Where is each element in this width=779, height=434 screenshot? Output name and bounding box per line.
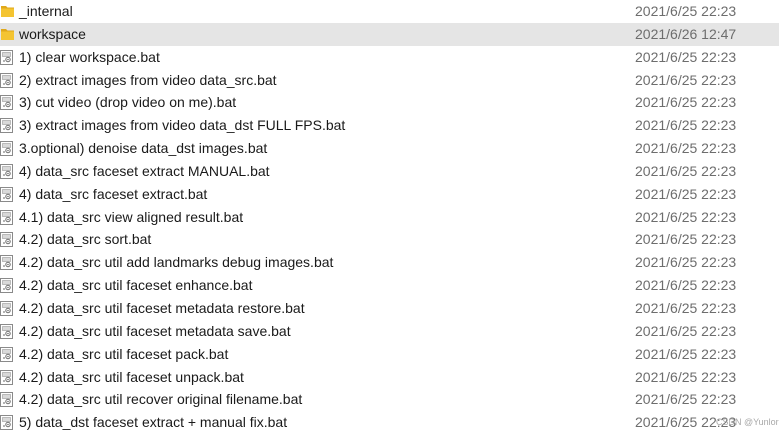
file-row[interactable]: 4.1) data_src view aligned result.bat 202… bbox=[0, 206, 779, 229]
file-row[interactable]: 3) extract images from video data_dst FU… bbox=[0, 114, 779, 137]
file-name: workspace bbox=[19, 25, 86, 42]
date-modified: 2021/6/25 22:23 bbox=[635, 185, 737, 202]
batch-file-icon bbox=[0, 231, 15, 248]
file-name: 4.2) data_src sort.bat bbox=[19, 231, 152, 248]
file-name: 4.2) data_src util add landmarks debug i… bbox=[19, 254, 334, 271]
file-name: 4.2) data_src util faceset pack.bat bbox=[19, 345, 229, 362]
batch-file-icon bbox=[0, 117, 15, 134]
file-row[interactable]: 4) data_src faceset extract.bat 2021/6/25… bbox=[0, 183, 779, 206]
file-row[interactable]: 4.2) data_src util faceset metadata rest… bbox=[0, 297, 779, 320]
file-row[interactable]: 4.2) data_src util faceset enhance.bat 20… bbox=[0, 274, 779, 297]
file-name: 2) extract images from video data_src.ba… bbox=[19, 71, 277, 88]
file-row[interactable]: 4.2) data_src util faceset unpack.bat 202… bbox=[0, 366, 779, 389]
folder-row[interactable]: workspace 2021/6/26 12:47 bbox=[0, 22, 779, 46]
file-row[interactable]: 4.2) data_src util add landmarks debug i… bbox=[0, 251, 779, 274]
date-modified: 2021/6/25 22:23 bbox=[635, 3, 737, 19]
date-modified: 2021/6/25 22:23 bbox=[635, 140, 737, 157]
batch-file-icon bbox=[0, 72, 15, 89]
folder-row[interactable]: _internal 2021/6/25 22:23 bbox=[0, 0, 779, 23]
batch-file-icon bbox=[0, 300, 15, 317]
batch-file-icon bbox=[0, 94, 15, 111]
file-row[interactable]: 4.2) data_src util recover original file… bbox=[0, 388, 779, 411]
file-name: 3) cut video (drop video on me).bat bbox=[19, 94, 237, 111]
batch-file-icon bbox=[0, 323, 15, 340]
batch-file-icon bbox=[0, 49, 15, 66]
file-name: 4.2) data_src util faceset unpack.bat bbox=[19, 368, 244, 385]
file-name: 3) extract images from video data_dst FU… bbox=[19, 117, 346, 134]
file-row[interactable]: 4.2) data_src util faceset metadata save… bbox=[0, 320, 779, 343]
date-modified: 2021/6/25 22:23 bbox=[635, 48, 737, 65]
file-name: 4.2) data_src util faceset metadata save… bbox=[19, 322, 291, 339]
folder-icon bbox=[0, 26, 15, 43]
file-name: _internal bbox=[19, 3, 73, 19]
batch-file-icon bbox=[0, 209, 15, 226]
folder-icon bbox=[0, 3, 15, 20]
date-modified: 2021/6/25 22:23 bbox=[635, 117, 737, 134]
batch-file-icon bbox=[0, 346, 15, 363]
batch-file-icon bbox=[0, 140, 15, 157]
date-modified: 2021/6/25 22:23 bbox=[635, 391, 737, 408]
file-row[interactable]: 3) cut video (drop video on me).bat 2021/… bbox=[0, 91, 779, 114]
date-modified: 2021/6/26 12:47 bbox=[635, 25, 737, 42]
file-name: 4.2) data_src util recover original file… bbox=[19, 391, 303, 408]
file-name: 4) data_src faceset extract.bat bbox=[19, 185, 208, 202]
batch-file-icon bbox=[0, 254, 15, 271]
date-modified: 2021/6/25 22:23 bbox=[635, 71, 737, 88]
file-row[interactable]: 2) extract images from video data_src.ba… bbox=[0, 69, 779, 92]
batch-file-icon bbox=[0, 369, 15, 386]
batch-file-icon bbox=[0, 277, 15, 294]
file-row[interactable]: 4.2) data_src sort.bat 2021/6/25 22:23 bbox=[0, 228, 779, 251]
file-list: _internal 2021/6/25 22:23 workspace 2021/6/… bbox=[0, 0, 779, 434]
date-modified: 2021/6/25 22:23 bbox=[635, 345, 737, 362]
file-name: 4) data_src faceset extract MANUAL.bat bbox=[19, 162, 270, 179]
file-name: 3.optional) denoise data_dst images.bat bbox=[19, 140, 268, 157]
file-row[interactable]: 1) clear workspace.bat 2021/6/25 22:23 bbox=[0, 46, 779, 69]
date-modified: 2021/6/25 22:23 bbox=[635, 322, 737, 339]
date-modified: 2021/6/25 22:23 bbox=[635, 208, 737, 225]
date-modified: 2021/6/25 22:23 bbox=[635, 277, 737, 294]
batch-file-icon bbox=[0, 186, 15, 203]
batch-file-icon bbox=[0, 163, 15, 180]
file-name: 4.2) data_src util faceset metadata rest… bbox=[19, 299, 305, 316]
file-row[interactable]: 5) data_dst faceset extract + manual fix… bbox=[0, 411, 779, 434]
file-name: 4.1) data_src view aligned result.bat bbox=[19, 208, 244, 225]
date-modified: 2021/6/25 22:23 bbox=[635, 299, 737, 316]
file-name: 1) clear workspace.bat bbox=[19, 48, 160, 65]
date-modified: 2021/6/25 22:23 bbox=[635, 94, 737, 111]
date-modified: 2021/6/25 22:23 bbox=[635, 254, 737, 271]
file-name: 5) data_dst faceset extract + manual fix… bbox=[19, 414, 288, 431]
file-row[interactable]: 4.2) data_src util faceset pack.bat 2021/… bbox=[0, 343, 779, 366]
batch-file-icon bbox=[0, 391, 15, 408]
file-name: 4.2) data_src util faceset enhance.bat bbox=[19, 277, 253, 294]
file-row[interactable]: 4) data_src faceset extract MANUAL.bat 20… bbox=[0, 160, 779, 183]
date-modified: 2021/6/25 22:23 bbox=[635, 368, 737, 385]
watermark: CSDN @Yunlor bbox=[716, 417, 779, 427]
batch-file-icon bbox=[0, 414, 15, 431]
date-modified: 2021/6/25 22:23 bbox=[635, 231, 737, 248]
file-row[interactable]: 3.optional) denoise data_dst images.bat 2… bbox=[0, 137, 779, 160]
date-modified: 2021/6/25 22:23 bbox=[635, 162, 737, 179]
